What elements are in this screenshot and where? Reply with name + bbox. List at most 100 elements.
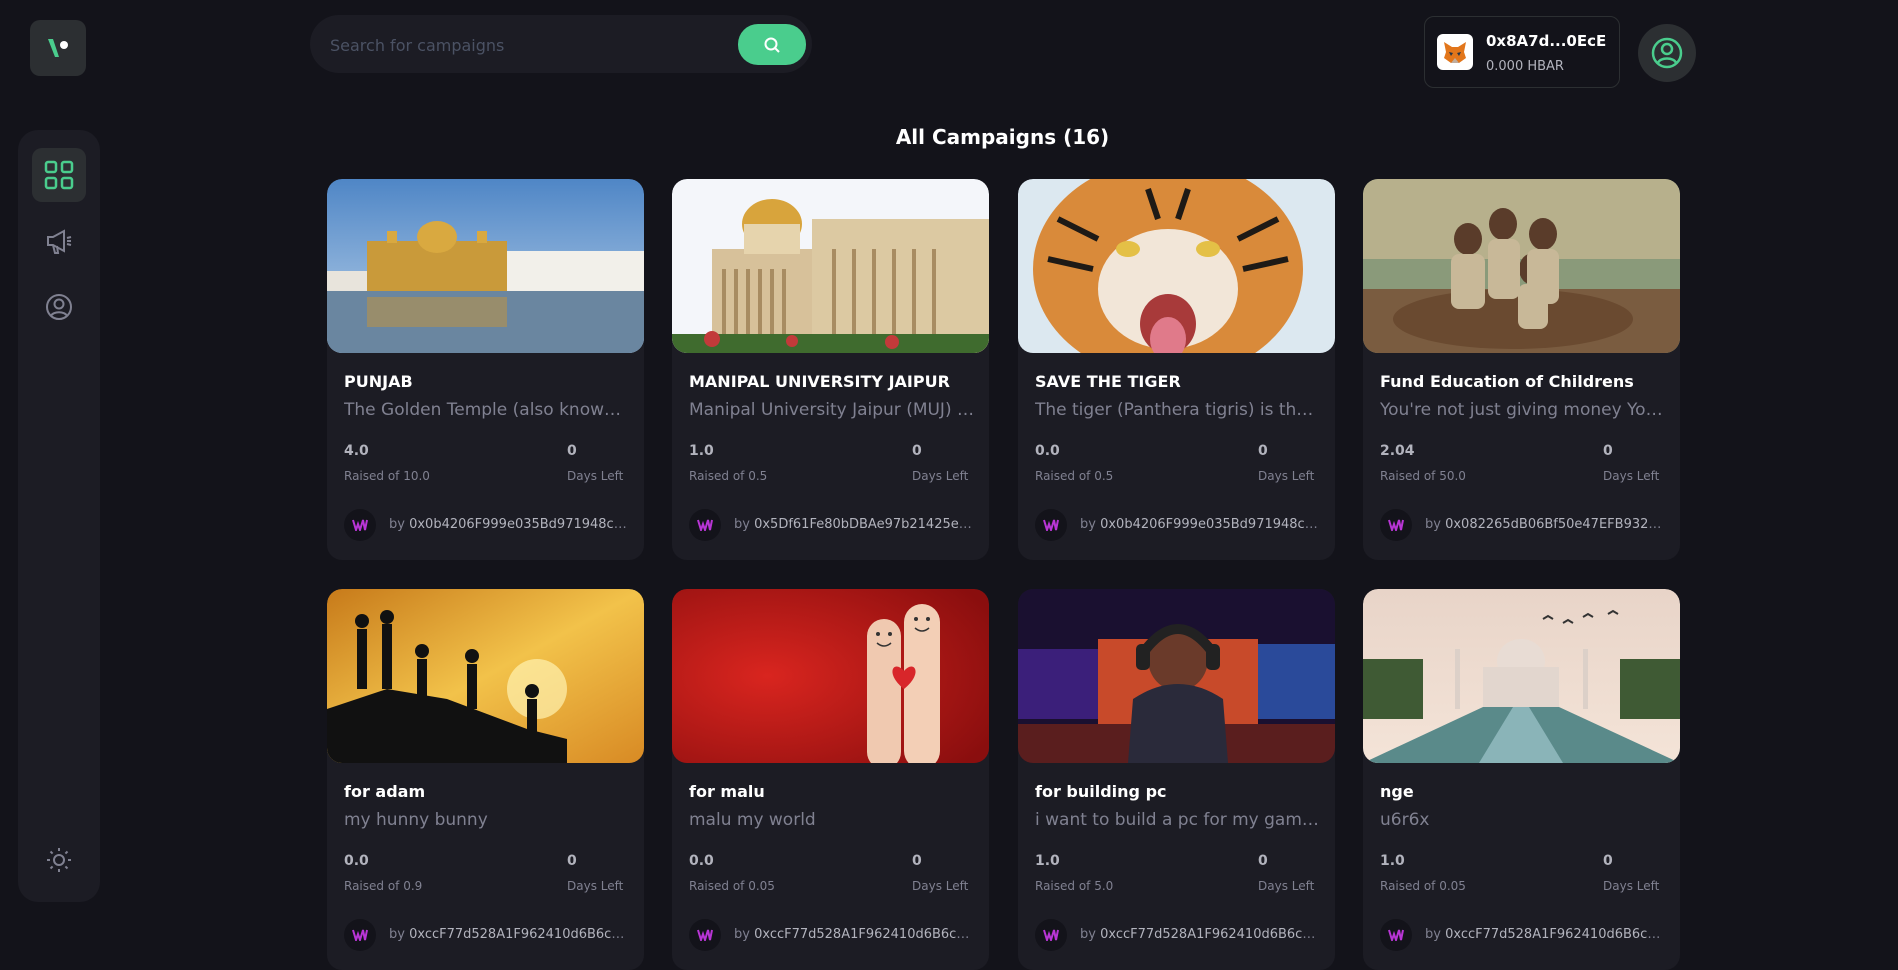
owner-avatar bbox=[1380, 509, 1412, 541]
campaign-image bbox=[672, 589, 989, 763]
campaign-days-left-label: Days Left bbox=[1258, 879, 1315, 893]
campaign-raised-label: Raised of 0.05 bbox=[689, 879, 775, 893]
campaign-description: Manipal University Jaipur (MUJ) is a uni… bbox=[689, 400, 974, 420]
campaign-title: Fund Education of Childrens bbox=[1380, 372, 1634, 391]
campaign-image bbox=[1363, 589, 1680, 763]
campaign-raised-label: Raised of 0.05 bbox=[1380, 879, 1466, 893]
campaign-owner: by 0xccF77d528A1F962410d6B6c48c... bbox=[1425, 927, 1667, 942]
campaign-raised: 2.04 bbox=[1380, 443, 1415, 459]
campaign-raised-label: Raised of 0.5 bbox=[1035, 469, 1114, 483]
campaign-days-left: 0 bbox=[567, 853, 577, 869]
logo-icon bbox=[48, 39, 68, 57]
campaign-days-left-label: Days Left bbox=[1603, 879, 1660, 893]
wallet-balance: 0.000 HBAR bbox=[1486, 59, 1564, 74]
campaign-description: u6r6x bbox=[1380, 810, 1430, 830]
owner-logo-icon bbox=[697, 929, 713, 941]
campaign-days-left: 0 bbox=[1258, 853, 1268, 869]
campaign-raised: 4.0 bbox=[344, 443, 369, 459]
campaign-owner: by 0x5Df61Fe80bDBAe97b21425eEC... bbox=[734, 517, 976, 532]
campaign-raised: 0.0 bbox=[344, 853, 369, 869]
campaign-card[interactable]: for building pc i want to build a pc for… bbox=[1018, 589, 1335, 970]
sidebar bbox=[18, 130, 100, 902]
campaign-card[interactable]: SAVE THE TIGER The tiger (Panthera tigri… bbox=[1018, 179, 1335, 560]
campaign-days-left-label: Days Left bbox=[567, 879, 624, 893]
campaign-owner: by 0xccF77d528A1F962410d6B6c48c... bbox=[389, 927, 631, 942]
campaign-days-left: 0 bbox=[1603, 853, 1613, 869]
owner-logo-icon bbox=[352, 519, 368, 531]
search-icon bbox=[764, 37, 780, 53]
sidebar-item-create-campaign[interactable] bbox=[32, 214, 86, 268]
search-input[interactable] bbox=[328, 27, 712, 63]
profile-icon bbox=[46, 294, 72, 320]
campaign-title: for building pc bbox=[1035, 782, 1167, 801]
owner-avatar bbox=[689, 509, 721, 541]
campaign-image bbox=[327, 179, 644, 353]
campaign-description: i want to build a pc for my gaming bbox=[1035, 810, 1320, 830]
campaign-owner: by 0xccF77d528A1F962410d6B6c48c... bbox=[734, 927, 976, 942]
campaign-image bbox=[1018, 589, 1335, 763]
campaign-description: malu my world bbox=[689, 810, 816, 830]
campaign-title: SAVE THE TIGER bbox=[1035, 372, 1181, 391]
campaign-description: The tiger (Panthera tigris) is the large… bbox=[1035, 400, 1320, 420]
profile-button[interactable] bbox=[1638, 24, 1696, 82]
campaign-card[interactable]: PUNJAB The Golden Temple (also known as … bbox=[327, 179, 644, 560]
campaign-days-left: 0 bbox=[912, 443, 922, 459]
owner-logo-icon bbox=[697, 519, 713, 531]
search-bar bbox=[310, 15, 812, 73]
owner-avatar bbox=[344, 919, 376, 951]
dashboard-icon bbox=[44, 160, 74, 190]
campaign-description: You're not just giving money You're givi… bbox=[1380, 400, 1665, 420]
campaign-raised-label: Raised of 0.5 bbox=[689, 469, 768, 483]
owner-avatar bbox=[344, 509, 376, 541]
campaign-image bbox=[1363, 179, 1680, 353]
campaign-raised: 0.0 bbox=[1035, 443, 1060, 459]
sidebar-item-profile[interactable] bbox=[32, 280, 86, 334]
campaign-card[interactable]: for adam my hunny bunny 0.0 Raised of 0.… bbox=[327, 589, 644, 970]
owner-logo-icon bbox=[1388, 929, 1404, 941]
owner-logo-icon bbox=[1043, 519, 1059, 531]
campaign-raised-label: Raised of 10.0 bbox=[344, 469, 430, 483]
campaign-title: nge bbox=[1380, 782, 1414, 801]
campaign-megaphone-icon bbox=[47, 229, 72, 254]
owner-avatar bbox=[1035, 509, 1067, 541]
campaign-raised-label: Raised of 0.9 bbox=[344, 879, 423, 893]
campaign-days-left-label: Days Left bbox=[912, 469, 969, 483]
campaign-raised-label: Raised of 5.0 bbox=[1035, 879, 1114, 893]
campaign-days-left: 0 bbox=[1258, 443, 1268, 459]
campaign-card[interactable]: MANIPAL UNIVERSITY JAIPUR Manipal Univer… bbox=[672, 179, 989, 560]
campaign-title: for adam bbox=[344, 782, 426, 801]
campaign-days-left-label: Days Left bbox=[1258, 469, 1315, 483]
campaign-days-left-label: Days Left bbox=[912, 879, 969, 893]
campaign-days-left: 0 bbox=[912, 853, 922, 869]
owner-logo-icon bbox=[352, 929, 368, 941]
campaign-image bbox=[1018, 179, 1335, 353]
campaign-title: MANIPAL UNIVERSITY JAIPUR bbox=[689, 372, 950, 391]
owner-logo-icon bbox=[1388, 519, 1404, 531]
campaign-raised: 1.0 bbox=[1380, 853, 1405, 869]
sun-icon bbox=[47, 848, 71, 872]
page-title: All Campaigns (16) bbox=[895, 125, 1110, 149]
campaign-card[interactable]: for malu malu my world 0.0 Raised of 0.0… bbox=[672, 589, 989, 970]
metamask-fox-icon bbox=[1437, 34, 1473, 70]
sidebar-item-dashboard[interactable] bbox=[32, 148, 86, 202]
campaign-raised-label: Raised of 50.0 bbox=[1380, 469, 1466, 483]
campaign-card[interactable]: Fund Education of Childrens You're not j… bbox=[1363, 179, 1680, 560]
campaign-image bbox=[672, 179, 989, 353]
campaign-owner: by 0xccF77d528A1F962410d6B6c48c... bbox=[1080, 927, 1322, 942]
campaign-owner: by 0x082265dB06Bf50e47EFB93295... bbox=[1425, 517, 1667, 532]
theme-toggle[interactable] bbox=[32, 833, 86, 887]
campaign-title: for malu bbox=[689, 782, 765, 801]
app-logo[interactable] bbox=[30, 20, 86, 76]
wallet-button[interactable]: 0x8A7d...0EcE 0.000 HBAR bbox=[1424, 16, 1620, 88]
search-button[interactable] bbox=[738, 24, 806, 65]
campaign-owner: by 0x0b4206F999e035Bd971948cFa... bbox=[389, 517, 631, 532]
owner-avatar bbox=[1380, 919, 1412, 951]
campaign-days-left: 0 bbox=[567, 443, 577, 459]
campaign-image bbox=[327, 589, 644, 763]
campaign-owner: by 0x0b4206F999e035Bd971948cFa... bbox=[1080, 517, 1322, 532]
campaign-raised: 1.0 bbox=[1035, 853, 1060, 869]
campaign-card[interactable]: nge u6r6x 1.0 Raised of 0.05 0 Days Left… bbox=[1363, 589, 1680, 970]
campaign-raised: 0.0 bbox=[689, 853, 714, 869]
campaign-days-left-label: Days Left bbox=[1603, 469, 1660, 483]
user-circle-icon bbox=[1651, 37, 1683, 69]
